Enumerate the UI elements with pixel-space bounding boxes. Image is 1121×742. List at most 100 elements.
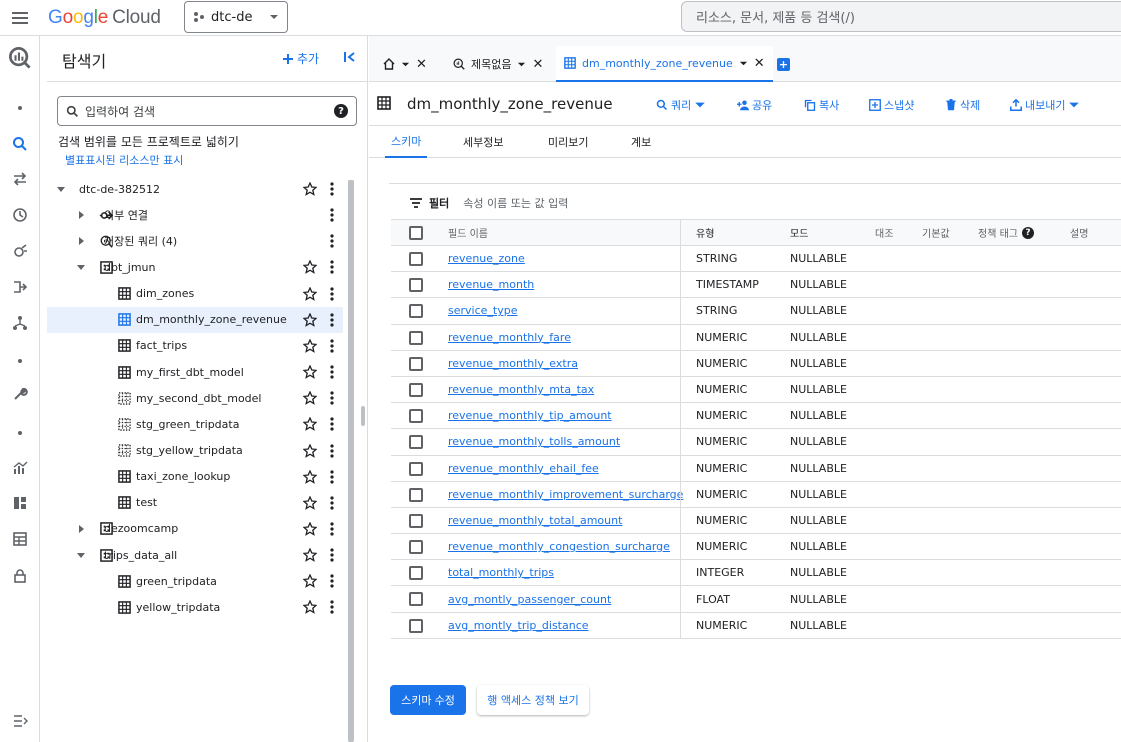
tab-schema[interactable]: 스키마: [385, 126, 428, 158]
field-name-link[interactable]: total_monthly_trips: [448, 566, 554, 579]
tree-item[interactable]: my_second_dbt_model: [47, 385, 343, 411]
tree-item[interactable]: fact_trips: [47, 333, 343, 359]
tree-item[interactable]: test: [47, 490, 343, 516]
tab-home[interactable]: ✕: [375, 46, 435, 82]
row-checkbox[interactable]: [409, 330, 423, 345]
field-name-link[interactable]: revenue_monthly_congestion_surcharge: [448, 540, 670, 553]
tree-item[interactable]: 외부 연결: [47, 202, 343, 228]
star-icon[interactable]: [302, 416, 318, 432]
field-name-link[interactable]: revenue_monthly_extra: [448, 357, 578, 370]
copy-button[interactable]: 복사: [804, 97, 839, 113]
field-name-link[interactable]: revenue_zone: [448, 252, 525, 265]
more-vert-icon[interactable]: [328, 574, 336, 588]
more-vert-icon[interactable]: [328, 417, 336, 431]
star-icon[interactable]: [302, 364, 318, 379]
expand-down-icon[interactable]: [75, 549, 87, 561]
row-checkbox[interactable]: [409, 592, 423, 607]
more-vert-icon[interactable]: [328, 286, 336, 301]
chart-icon[interactable]: [0, 456, 40, 480]
field-name-link[interactable]: revenue_monthly_improvement_surcharge: [448, 488, 683, 501]
share-button[interactable]: 공유: [737, 97, 772, 113]
export-button[interactable]: 내보내기: [1010, 97, 1080, 113]
tree-item[interactable]: dim_zones: [47, 281, 343, 307]
tab-dm-monthly-zone-revenue[interactable]: dm_monthly_zone_revenue ✕: [556, 46, 773, 82]
row-checkbox[interactable]: [409, 618, 423, 633]
field-name-link[interactable]: revenue_monthly_ehail_fee: [448, 462, 599, 475]
star-icon[interactable]: [302, 599, 318, 615]
more-vert-icon[interactable]: [328, 234, 336, 248]
add-button[interactable]: 추가: [282, 50, 319, 67]
more-vert-icon[interactable]: [328, 470, 336, 484]
field-name-link[interactable]: revenue_monthly_tip_amount: [448, 409, 612, 422]
expand-down-icon[interactable]: [55, 183, 67, 195]
expand-right-icon[interactable]: [75, 523, 87, 535]
analytics-hub-icon[interactable]: [0, 239, 40, 263]
star-icon[interactable]: [302, 495, 318, 510]
row-checkbox[interactable]: [409, 566, 423, 581]
delete-button[interactable]: 삭제: [945, 97, 980, 113]
close-icon[interactable]: ✕: [532, 57, 543, 72]
filter-bar[interactable]: 필터 속성 이름 또는 값 입력: [391, 186, 1121, 220]
expand-rail-icon[interactable]: [0, 709, 40, 733]
view-row-access-policies-button[interactable]: 행 액세스 정책 보기: [477, 685, 589, 715]
help-icon[interactable]: ?: [334, 104, 348, 118]
star-icon[interactable]: [302, 181, 318, 196]
tab-preview[interactable]: 미리보기: [542, 126, 594, 158]
main-menu-button[interactable]: [0, 0, 40, 36]
star-icon[interactable]: [302, 547, 318, 562]
row-checkbox[interactable]: [409, 487, 423, 502]
google-cloud-logo[interactable]: Google Cloud: [48, 7, 161, 29]
close-icon[interactable]: ✕: [416, 57, 427, 72]
bigquery-logo-icon[interactable]: [0, 46, 40, 70]
field-name-link[interactable]: revenue_month: [448, 278, 534, 291]
tree-item[interactable]: stg_yellow_tripdata: [47, 438, 343, 464]
more-vert-icon[interactable]: [328, 208, 336, 222]
tree-item[interactable]: taxi_zone_lookup: [47, 464, 343, 490]
explorer-scrollbar[interactable]: [348, 180, 354, 742]
query-button[interactable]: 쿼리: [656, 97, 706, 113]
more-vert-icon[interactable]: [328, 260, 336, 275]
row-checkbox[interactable]: [409, 461, 423, 476]
row-checkbox[interactable]: [409, 252, 423, 266]
table-icon[interactable]: [0, 527, 40, 551]
tree-item[interactable]: dm_monthly_zone_revenue: [47, 306, 343, 333]
more-vert-icon[interactable]: [328, 391, 336, 405]
show-starred-link[interactable]: 별표표시된 리소스만 표시: [65, 152, 183, 168]
pipeline-icon[interactable]: [0, 275, 40, 299]
field-name-link[interactable]: revenue_monthly_total_amount: [448, 514, 622, 527]
dashboard-icon[interactable]: [0, 491, 40, 515]
help-icon[interactable]: ?: [1021, 226, 1034, 239]
global-search-input[interactable]: 리소스, 문서, 제품 등 검색(/): [681, 1, 1121, 32]
star-icon[interactable]: [302, 521, 318, 536]
wrench-icon[interactable]: [0, 382, 40, 406]
row-checkbox[interactable]: [409, 540, 423, 555]
expand-right-icon[interactable]: [75, 209, 87, 221]
row-checkbox[interactable]: [409, 409, 423, 424]
lock-icon[interactable]: [0, 564, 40, 588]
field-name-link[interactable]: revenue_monthly_mta_tax: [448, 383, 594, 396]
more-vert-icon[interactable]: [328, 339, 336, 353]
star-icon[interactable]: [302, 259, 318, 275]
tab-details[interactable]: 세부정보: [457, 126, 509, 158]
more-vert-icon[interactable]: [328, 548, 336, 562]
tree-item[interactable]: dbt_jmun: [47, 254, 343, 280]
snapshot-button[interactable]: 스냅샷: [869, 97, 914, 113]
close-icon[interactable]: ✕: [754, 56, 765, 71]
more-vert-icon[interactable]: [328, 600, 336, 614]
expand-right-icon[interactable]: [75, 235, 87, 247]
field-name-link[interactable]: service_type: [448, 304, 517, 317]
more-vert-icon[interactable]: [328, 182, 336, 196]
star-icon[interactable]: [302, 573, 318, 589]
history-icon[interactable]: [0, 203, 40, 227]
more-vert-icon[interactable]: [328, 496, 336, 510]
filter-input[interactable]: 속성 이름 또는 값 입력: [463, 195, 568, 211]
tree-item[interactable]: stg_green_tripdata: [47, 411, 343, 437]
field-name-link[interactable]: avg_montly_passenger_count: [448, 593, 611, 606]
collapse-panel-button[interactable]: [343, 50, 357, 67]
star-icon[interactable]: [302, 312, 318, 327]
more-vert-icon[interactable]: [328, 365, 336, 379]
field-name-link[interactable]: avg_montly_trip_distance: [448, 619, 589, 632]
star-icon[interactable]: [302, 469, 318, 484]
star-icon[interactable]: [302, 286, 318, 301]
row-checkbox[interactable]: [409, 304, 423, 319]
